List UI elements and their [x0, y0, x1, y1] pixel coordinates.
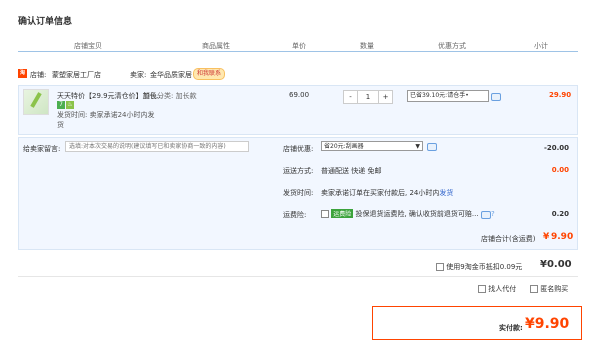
- insurance-checkbox[interactable]: [321, 210, 329, 218]
- shop-label: 店铺:: [30, 71, 47, 79]
- shipping-amount: 0.00: [551, 166, 569, 174]
- shop-discount-amount: -20.00: [543, 144, 569, 152]
- shop-bar: 淘 店铺: 蒙塑家居工厂店 卖家: 金华品质家居 和我联系: [18, 66, 578, 84]
- coin-checkbox[interactable]: [436, 263, 444, 271]
- order-details-panel: 给卖家留言: 店铺优惠: 省20元:刮画器 ▼ -20.00 运送方式: 普通配送…: [18, 137, 578, 250]
- qty-input[interactable]: 1: [357, 91, 379, 103]
- col-attributes: 商品属性: [202, 42, 230, 50]
- shop-discount-select[interactable]: 省20元:刮画器 ▼: [321, 141, 423, 151]
- shop-discount-label: 店铺优惠:: [283, 145, 314, 153]
- message-input[interactable]: [65, 141, 249, 152]
- taobao-shop-icon: 淘: [18, 69, 27, 78]
- anon-pay-option: 找人代付: [478, 284, 516, 294]
- unit-price: 69.00: [289, 91, 310, 99]
- contact-seller-button[interactable]: 和我联系: [193, 68, 226, 80]
- insurance-amount: 0.20: [551, 210, 569, 218]
- coin-label: 使用9淘金币抵扣0.09元: [446, 263, 523, 271]
- message-label: 给卖家留言:: [23, 145, 61, 153]
- anon-pay-checkbox[interactable]: [478, 285, 486, 293]
- dropdown-arrow-icon: ▼: [415, 143, 420, 150]
- seller-name-link[interactable]: 金华品质家居: [150, 70, 192, 80]
- anon-buy-checkbox[interactable]: [530, 285, 538, 293]
- seven-day-return-icon: 7: [57, 101, 65, 109]
- insurance-label: 运费险:: [283, 211, 307, 219]
- store-total-label: 店铺合计(含运费): [481, 235, 536, 243]
- delivery-link[interactable]: 发货: [439, 189, 453, 197]
- delivery-text: 卖家承诺订单在买家付款后, 24小时内: [321, 189, 440, 197]
- col-promotion: 优惠方式: [438, 42, 466, 50]
- store-total-currency: ¥: [543, 232, 550, 242]
- order-item-row: 天天特价【29.9元清仓价】加长... 颜色分类: 加长款 7 ♨ 发货时间: 卖…: [18, 85, 578, 135]
- anon-pay-label: 找人代付: [488, 285, 517, 293]
- service-badges: 7 ♨: [57, 100, 75, 109]
- shipping-value: 普通配送 快递 免邮: [321, 167, 382, 175]
- store-total-amount: 9.90: [551, 232, 574, 242]
- item-subtotal: 29.90: [549, 91, 572, 99]
- col-shop-item: 店铺宝贝: [74, 42, 102, 50]
- product-thumbnail[interactable]: [23, 89, 49, 115]
- insurance-tag: 运费险: [331, 209, 354, 218]
- quantity-stepper: - 1 +: [343, 90, 393, 104]
- qty-decrease-button[interactable]: -: [344, 91, 357, 103]
- pay-amount: ¥9.90: [525, 316, 570, 332]
- promotion-select[interactable]: 已省39.10元:请仓手•: [407, 90, 489, 102]
- col-subtotal: 小计: [534, 42, 548, 50]
- page-title: 确认订单信息: [18, 17, 73, 27]
- discount-chat-icon[interactable]: [427, 143, 437, 151]
- guarantee-icon: ♨: [66, 101, 74, 109]
- anon-buy-option: 匿名购买: [530, 284, 568, 294]
- shop-name-link[interactable]: 蒙塑家居工厂店: [52, 70, 101, 80]
- coin-amount: ¥0.00: [540, 259, 572, 270]
- insurance-option: 运费险 投保退货运费险, 确认收货前退货可赔...: [321, 209, 479, 219]
- column-header: 店铺宝贝 商品属性 单价 数量 优惠方式 小计: [18, 37, 578, 52]
- delivery-label: 发货时间:: [283, 189, 314, 197]
- anon-buy-label: 匿名购买: [540, 285, 569, 293]
- product-attribute: 颜色分类: 加长款: [143, 92, 197, 100]
- insurance-text: 投保退货运费险, 确认收货前退货可赔...: [355, 210, 479, 218]
- shipping-label: 运送方式:: [283, 167, 314, 175]
- coin-option: 使用9淘金币抵扣0.09元: [436, 262, 522, 272]
- seller-label: 卖家:: [130, 71, 147, 79]
- help-icon[interactable]: ?: [491, 210, 495, 218]
- delivery-value: 卖家承诺订单在买家付款后, 24小时内发货: [321, 188, 453, 198]
- ship-time-line1: 发货时间: 卖家承诺24小时内发: [57, 111, 155, 119]
- ship-time-line2: 货: [57, 121, 64, 129]
- insurance-chat-icon[interactable]: [481, 211, 491, 219]
- chat-icon[interactable]: [491, 93, 501, 101]
- pay-label: 实付款:: [499, 324, 523, 332]
- qty-increase-button[interactable]: +: [379, 91, 392, 103]
- col-quantity: 数量: [360, 42, 374, 50]
- col-price: 单价: [292, 42, 306, 50]
- divider: [18, 276, 578, 277]
- shop-discount-value: 省20元:刮画器: [324, 143, 364, 150]
